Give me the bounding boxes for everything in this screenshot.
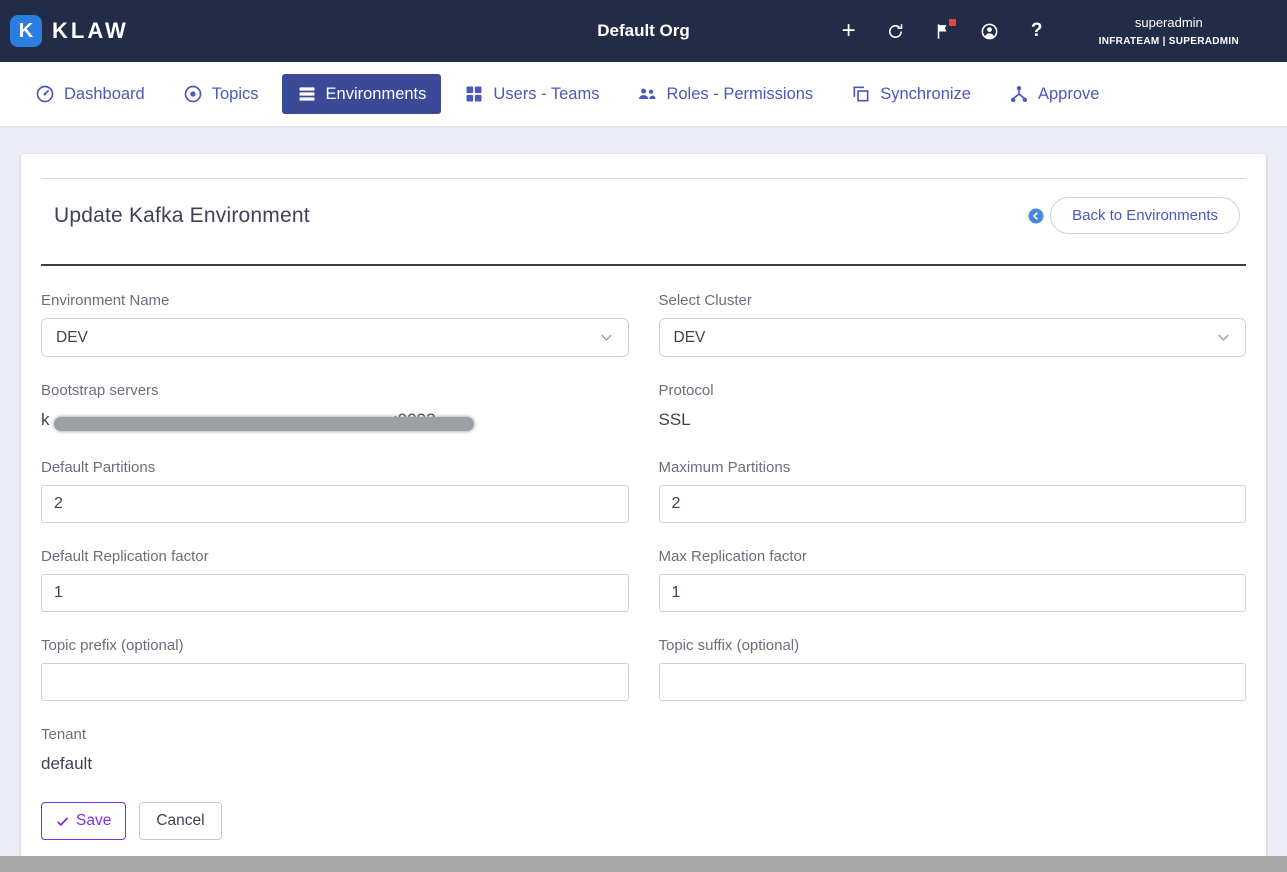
page: K KLAW Default Org + ? superadmin INFRAT…: [0, 0, 1287, 872]
cancel-button[interactable]: Cancel: [139, 802, 221, 840]
back-group: Back to Environments: [1027, 197, 1240, 234]
bootstrap-servers-value: k :9092: [41, 408, 629, 434]
tenant-value: default: [41, 752, 629, 776]
field-bootstrap-servers: Bootstrap servers k :9092: [41, 382, 629, 434]
default-replication-factor-input[interactable]: [41, 574, 629, 612]
environment-form: Environment Name DEV Select Cluster DEV: [41, 292, 1246, 776]
select-cluster-select[interactable]: DEV: [659, 318, 1247, 357]
redaction-bar: [54, 417, 474, 431]
environment-name-label: Environment Name: [41, 292, 629, 309]
field-protocol: Protocol SSL: [659, 382, 1247, 434]
field-environment-name: Environment Name DEV: [41, 292, 629, 357]
question-glyph: ?: [1031, 20, 1043, 42]
user-account-icon[interactable]: [980, 21, 1000, 41]
nav-item-users-teams[interactable]: Users - Teams: [449, 74, 614, 114]
default-partitions-input[interactable]: [41, 485, 629, 523]
refresh-icon[interactable]: [886, 21, 906, 41]
save-label: Save: [76, 812, 111, 830]
topic-suffix-label: Topic suffix (optional): [659, 637, 1247, 654]
page-title: Update Kafka Environment: [54, 204, 310, 228]
maximum-partitions-input[interactable]: [659, 485, 1247, 523]
user-team-role: INFRATEAM | SUPERADMIN: [1099, 36, 1239, 47]
nav-label: Users - Teams: [493, 85, 599, 104]
max-replication-factor-input[interactable]: [659, 574, 1247, 612]
nav-label: Roles - Permissions: [666, 85, 813, 104]
field-default-partitions: Default Partitions: [41, 459, 629, 523]
max-replication-factor-label: Max Replication factor: [659, 548, 1247, 565]
environment-name-value: DEV: [56, 329, 88, 347]
field-default-replication-factor: Default Replication factor: [41, 548, 629, 612]
title-divider: [41, 264, 1246, 266]
nav-item-dashboard[interactable]: Dashboard: [20, 74, 160, 114]
nav-label: Environments: [326, 85, 427, 104]
field-max-replication-factor: Max Replication factor: [659, 548, 1247, 612]
synchronize-icon: [851, 84, 871, 104]
back-arrow-circle-icon[interactable]: [1027, 207, 1045, 225]
main-nav: Dashboard Topics Environments Users - Te…: [0, 62, 1287, 126]
field-tenant: Tenant default: [41, 726, 629, 776]
org-title: Default Org: [597, 21, 690, 41]
check-icon: [56, 815, 69, 828]
protocol-label: Protocol: [659, 382, 1247, 399]
users-teams-icon: [464, 84, 484, 104]
back-to-environments-button[interactable]: Back to Environments: [1050, 197, 1240, 234]
header-icons: + ?: [839, 21, 1047, 41]
environments-icon: [297, 84, 317, 104]
save-button[interactable]: Save: [41, 802, 126, 840]
nav-item-synchronize[interactable]: Synchronize: [836, 74, 986, 114]
default-partitions-label: Default Partitions: [41, 459, 629, 476]
tenant-label: Tenant: [41, 726, 629, 743]
help-icon[interactable]: ?: [1027, 21, 1047, 41]
select-cluster-value: DEV: [674, 329, 706, 347]
maximum-partitions-label: Maximum Partitions: [659, 459, 1247, 476]
topic-suffix-input[interactable]: [659, 663, 1247, 701]
brand-name: KLAW: [52, 18, 129, 44]
update-environment-card: Update Kafka Environment Back to Environ…: [21, 154, 1266, 862]
field-empty: [659, 726, 1247, 776]
field-maximum-partitions: Maximum Partitions: [659, 459, 1247, 523]
nav-label: Synchronize: [880, 85, 971, 104]
nav-item-topics[interactable]: Topics: [168, 74, 274, 114]
button-row: Save Cancel: [41, 802, 1246, 840]
select-cluster-label: Select Cluster: [659, 292, 1247, 309]
page-bottom-edge: [0, 856, 1287, 872]
nav-item-roles-permissions[interactable]: Roles - Permissions: [622, 74, 828, 114]
notification-badge: [949, 19, 956, 26]
nav-label: Topics: [212, 85, 259, 104]
title-row: Update Kafka Environment Back to Environ…: [41, 179, 1246, 264]
bootstrap-visible-prefix: k: [41, 410, 50, 430]
topic-prefix-input[interactable]: [41, 663, 629, 701]
environment-name-select[interactable]: DEV: [41, 318, 629, 357]
nav-label: Dashboard: [64, 85, 145, 104]
dashboard-icon: [35, 84, 55, 104]
top-header: K KLAW Default Org + ? superadmin INFRAT…: [0, 0, 1287, 62]
plus-glyph: +: [842, 22, 856, 40]
protocol-value: SSL: [659, 408, 1247, 432]
user-block[interactable]: superadmin INFRATEAM | SUPERADMIN: [1099, 15, 1239, 47]
default-replication-factor-label: Default Replication factor: [41, 548, 629, 565]
field-topic-suffix: Topic suffix (optional): [659, 637, 1247, 701]
nav-item-approve[interactable]: Approve: [994, 74, 1114, 114]
chevron-down-icon: [599, 330, 614, 345]
nav-label: Approve: [1038, 85, 1099, 104]
topic-prefix-label: Topic prefix (optional): [41, 637, 629, 654]
topics-icon: [183, 84, 203, 104]
klaw-logo-icon: K: [10, 15, 42, 47]
flag-notifications-icon[interactable]: [933, 21, 953, 41]
roles-permissions-icon: [637, 84, 657, 104]
approve-icon: [1009, 84, 1029, 104]
bootstrap-servers-label: Bootstrap servers: [41, 382, 629, 399]
field-topic-prefix: Topic prefix (optional): [41, 637, 629, 701]
username: superadmin: [1099, 15, 1239, 30]
brand[interactable]: K KLAW: [10, 15, 129, 47]
add-icon[interactable]: +: [839, 21, 859, 41]
nav-item-environments[interactable]: Environments: [282, 74, 442, 114]
chevron-down-icon: [1216, 330, 1231, 345]
field-select-cluster: Select Cluster DEV: [659, 292, 1247, 357]
